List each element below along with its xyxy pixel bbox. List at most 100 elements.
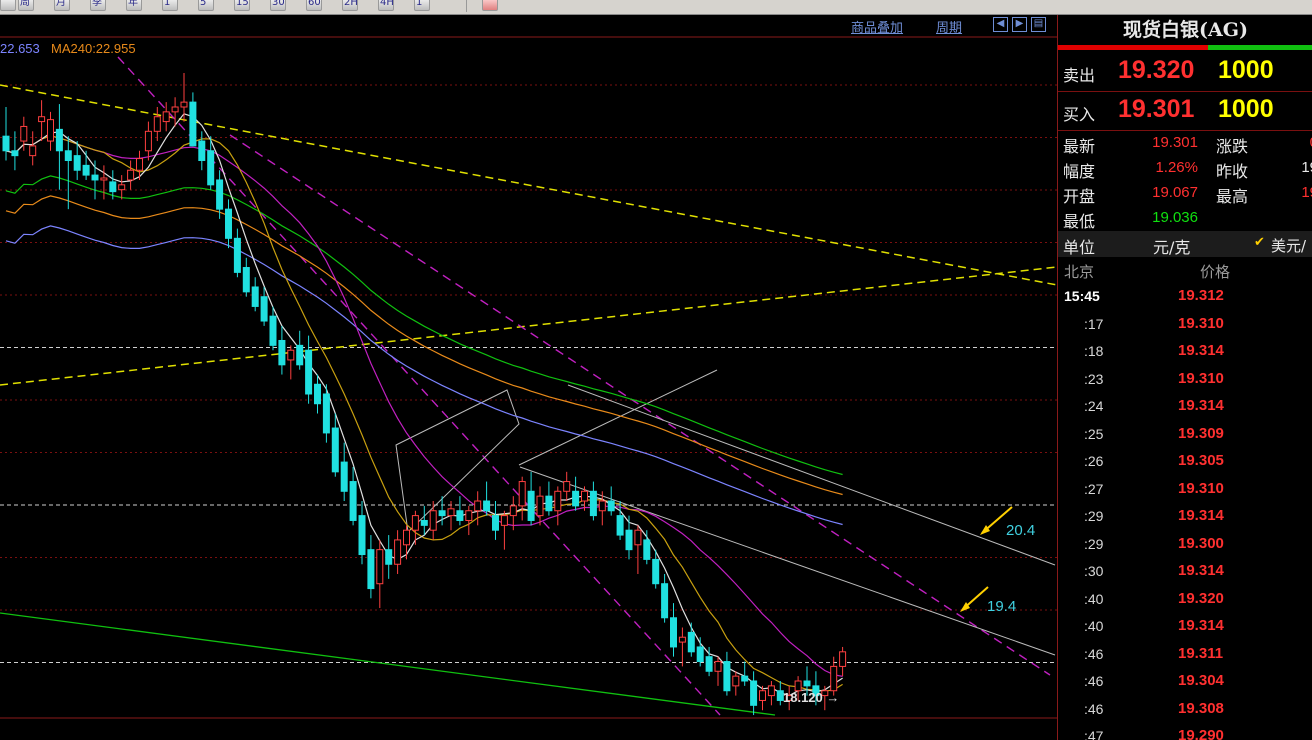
tick-time: 15:45 <box>1064 288 1100 304</box>
stat-value-open: 19.067 <box>1152 184 1198 201</box>
channel-white-lower <box>519 466 1056 656</box>
unit-row: 单位 元/克 ✔ 美元/ <box>1058 231 1312 257</box>
stat-label-change: 涨跌 <box>1216 137 1249 156</box>
tick-row[interactable]: :26 19.305 <box>1058 448 1312 475</box>
candle-body <box>242 267 250 293</box>
sell-price: 19.320 <box>1118 56 1195 84</box>
tick-row[interactable]: :25 19.309 <box>1058 421 1312 448</box>
tick-row[interactable]: :46 19.311 <box>1058 641 1312 668</box>
ma240-label: MA240:22.955 <box>51 41 136 56</box>
candle-body <box>47 119 54 142</box>
candle-body <box>536 495 544 517</box>
arrow-right-icon[interactable]: ▶ <box>1012 17 1027 32</box>
draw-tool-icon[interactable] <box>482 0 498 11</box>
tick-row[interactable]: 15:45 19.312 <box>1058 283 1312 310</box>
candle-body <box>474 500 482 512</box>
period-button[interactable]: 年 <box>128 0 138 10</box>
overlay-instrument-link[interactable]: 商品叠加 <box>851 17 903 36</box>
period-button[interactable]: 60 <box>308 0 321 10</box>
stat-label-prev-close: 昨收 <box>1216 162 1249 181</box>
trendline-green <box>0 612 776 716</box>
ticks-header: 北京 价格 <box>1058 259 1312 283</box>
divider <box>1058 130 1312 131</box>
candle-body <box>678 636 686 643</box>
candle-body <box>839 651 847 667</box>
stat-value-low: 19.036 <box>1152 209 1198 226</box>
tick-row[interactable]: :29 19.314 <box>1058 503 1312 530</box>
tick-row[interactable]: :27 19.310 <box>1058 476 1312 503</box>
chart-canvas[interactable]: 18.120 → 20.4 19.4 <box>0 15 1057 740</box>
candlestick-chart[interactable]: 18.120 → 20.4 19.4 22.653 MA240:22.955 商品叠… <box>0 15 1057 740</box>
panel-toggle-icon[interactable]: ▤ <box>1031 17 1046 32</box>
tick-row[interactable]: :30 19.314 <box>1058 558 1312 585</box>
currency-toggle[interactable]: 美元/ <box>1271 235 1306 256</box>
candle-body <box>38 116 46 123</box>
tick-row[interactable]: :40 19.320 <box>1058 586 1312 613</box>
tick-row[interactable]: :46 19.308 <box>1058 696 1312 723</box>
tick-row[interactable]: :24 19.314 <box>1058 393 1312 420</box>
candle-body <box>189 101 197 147</box>
candle-body <box>394 539 402 565</box>
tick-time: :26 <box>1084 453 1104 469</box>
period-button[interactable]: 30 <box>272 0 285 10</box>
buy-quote-row: 买入 19.301 1000 <box>1058 91 1312 129</box>
tick-price: 19.290 <box>1178 727 1224 740</box>
ma10-line <box>5 135 843 692</box>
buy-price: 19.301 <box>1118 95 1195 123</box>
period-button[interactable]: 季 <box>92 0 102 10</box>
period-button[interactable]: 15 <box>236 0 249 10</box>
period-button[interactable]: 1 <box>164 0 170 10</box>
channel-magenta-2 <box>229 134 1051 676</box>
candle-body <box>340 461 348 492</box>
tick-row[interactable]: :17 19.310 <box>1058 311 1312 338</box>
arrow-left-icon[interactable]: ◀ <box>993 17 1008 32</box>
candle-body <box>696 646 704 663</box>
stat-label-latest: 最新 <box>1063 137 1096 156</box>
candle-body <box>314 383 321 405</box>
stat-label-open: 开盘 <box>1063 187 1096 206</box>
candle-body <box>670 617 677 648</box>
tick-price: 19.314 <box>1178 562 1224 579</box>
tick-row[interactable]: :40 19.314 <box>1058 613 1312 640</box>
period-button[interactable]: 月 <box>56 0 66 10</box>
tick-time: :46 <box>1084 700 1104 717</box>
tick-time: :25 <box>1084 425 1104 442</box>
tick-row[interactable]: :47 19.290 <box>1058 723 1312 740</box>
candle-body <box>64 150 72 162</box>
candle-body <box>251 286 259 307</box>
toolbar-divider <box>466 0 467 12</box>
candle-body <box>429 510 437 531</box>
tick-time: :24 <box>1084 398 1104 414</box>
period-button[interactable]: 5 <box>200 0 206 10</box>
tick-price: 19.314 <box>1178 617 1224 634</box>
flag-extension <box>518 369 718 466</box>
tick-price: 19.308 <box>1178 699 1224 717</box>
period-button[interactable]: 2H <box>344 0 358 10</box>
tick-row[interactable]: :18 19.314 <box>1058 338 1312 365</box>
period-button[interactable]: 1 <box>416 0 422 10</box>
period-button[interactable]: 4H <box>380 0 394 10</box>
stat-label-range: 幅度 <box>1063 162 1096 181</box>
period-button[interactable]: 周 <box>20 0 30 10</box>
candle-body <box>109 181 117 193</box>
candle-body <box>260 296 268 322</box>
candle-body <box>741 675 749 682</box>
tick-row[interactable]: :23 19.310 <box>1058 366 1312 393</box>
checkmark-icon[interactable]: ✔ <box>1254 235 1265 250</box>
candle-body <box>420 519 428 526</box>
tick-price: 19.300 <box>1178 534 1224 552</box>
candle-body <box>180 101 188 108</box>
candle-body <box>403 529 410 546</box>
toolbar: 周月季年 1 5 15 30 60 2H 4H 1 <box>0 0 1312 15</box>
chart-mode-icon[interactable] <box>0 0 16 11</box>
ma240-line <box>5 195 843 496</box>
tick-row[interactable]: :29 19.300 <box>1058 531 1312 558</box>
period-link[interactable]: 周期 <box>936 17 962 36</box>
unit-value: 元/克 <box>1153 238 1191 257</box>
instrument-title: 现货白银(AG) <box>1123 19 1248 41</box>
candle-body <box>11 150 19 157</box>
candle-body <box>411 515 419 531</box>
tick-row[interactable]: :46 19.304 <box>1058 668 1312 695</box>
candle-body <box>55 128 63 152</box>
candle-body <box>518 481 526 507</box>
